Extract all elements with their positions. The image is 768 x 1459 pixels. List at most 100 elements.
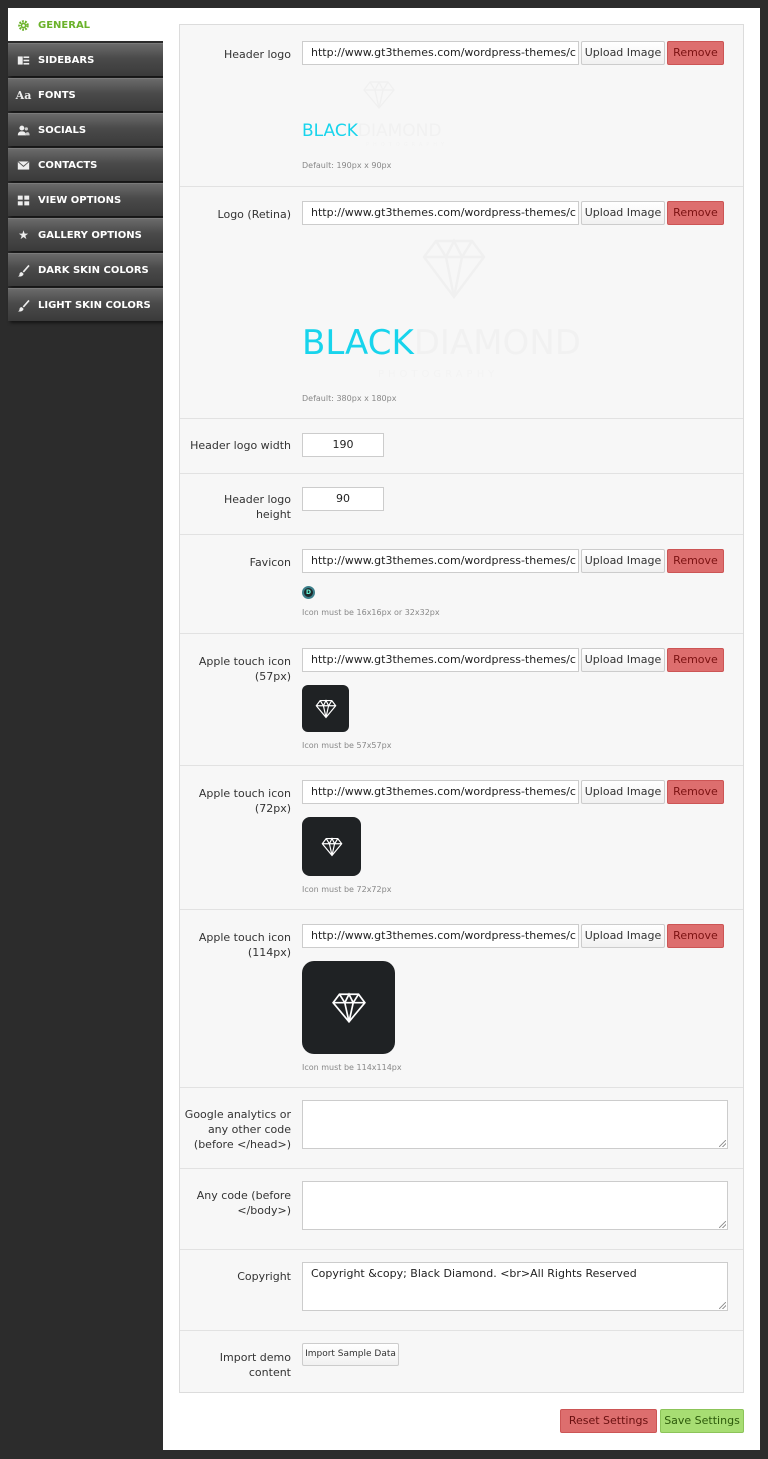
logo-word-black: BLACK (302, 323, 414, 363)
import-demo-row: Import demo content Import Sample Data (180, 1331, 743, 1392)
field-label: Apple touch icon (57px) (198, 655, 291, 683)
remove-button[interactable]: Remove (667, 648, 724, 672)
save-settings-button[interactable]: Save Settings (660, 1409, 744, 1433)
sidebar-item-label: GENERAL (38, 19, 91, 31)
logo-word-diamond: DIAMOND (357, 121, 442, 141)
logo-width-row: Header logo width 190 (180, 419, 743, 474)
diamond-icon (315, 698, 336, 718)
any-code-row: Any code (before </body>) (180, 1169, 743, 1250)
any-code-textarea[interactable] (302, 1181, 728, 1230)
copyright-textarea[interactable]: Copyright &copy; Black Diamond. <br>All … (302, 1262, 728, 1311)
field-note: Default: 190px x 90px (302, 161, 392, 170)
analytics-code-textarea[interactable] (302, 1100, 728, 1149)
star-icon: ★ (18, 228, 29, 242)
favicon-preview: D (302, 586, 315, 599)
sidebar-item-fonts[interactable]: Aa FONTS (8, 78, 163, 111)
apple-57-url-input[interactable]: http://www.gt3themes.com/wordpress-theme… (302, 648, 579, 672)
remove-button[interactable]: Remove (667, 41, 724, 65)
field-note: Icon must be 72x72px (302, 885, 392, 894)
favicon-url-input[interactable]: http://www.gt3themes.com/wordpress-theme… (302, 549, 579, 573)
envelope-icon (17, 159, 30, 172)
apple-touch-icon-114-preview (302, 961, 395, 1054)
header-logo-url-input[interactable]: http://www.gt3themes.com/wordpress-theme… (302, 41, 579, 65)
field-note: Icon must be 16x16px or 32x32px (302, 608, 440, 617)
logo-height-row: Header logo height 90 (180, 474, 743, 535)
field-label: Any code (before </body>) (196, 1189, 291, 1217)
settings-sidebar: GENERAL SIDEBARS Aa FONTS SOCIALS CONTAC… (8, 8, 163, 323)
logo-retina-url-input[interactable]: http://www.gt3themes.com/wordpress-theme… (302, 201, 579, 225)
field-label: Google analytics or any other code (befo… (184, 1108, 291, 1151)
sidebar-item-label: VIEW OPTIONS (38, 194, 122, 206)
grid-icon (17, 194, 30, 207)
favicon-row: Favicon http://www.gt3themes.com/wordpre… (180, 535, 743, 634)
upload-image-button[interactable]: Upload Image (581, 780, 665, 804)
sidebar-item-label: SIDEBARS (38, 54, 95, 66)
logo-height-input[interactable]: 90 (302, 487, 384, 511)
sidebar-icon (17, 54, 30, 67)
sidebar-item-socials[interactable]: SOCIALS (8, 113, 163, 146)
sidebar-item-general[interactable]: GENERAL (8, 8, 163, 41)
remove-button[interactable]: Remove (667, 201, 724, 225)
logo-word-black: BLACK (302, 121, 358, 141)
header-logo-preview: BLACKDIAMOND (302, 121, 441, 141)
logo-subtitle: PHOTOGRAPHY (378, 369, 499, 380)
remove-button[interactable]: Remove (667, 924, 724, 948)
diamond-logo-icon (363, 80, 395, 110)
apple-touch-114-row: Apple touch icon (114px) http://www.gt3t… (180, 910, 743, 1088)
field-label: Import demo content (219, 1351, 291, 1379)
field-note: Default: 380px x 180px (302, 394, 397, 403)
sidebar-item-contacts[interactable]: CONTACTS (8, 148, 163, 181)
remove-button[interactable]: Remove (667, 549, 724, 573)
sidebar-item-label: FONTS (38, 89, 76, 101)
logo-subtitle: PHOTOGRAPHY (366, 142, 449, 148)
field-label: Header logo width (190, 439, 291, 452)
header-logo-row: Header logo http://www.gt3themes.com/wor… (180, 25, 743, 187)
field-label: Apple touch icon (114px) (198, 931, 291, 959)
diamond-icon (331, 991, 366, 1023)
field-label: Header logo (223, 48, 291, 61)
sidebar-item-label: DARK SKIN COLORS (38, 264, 149, 276)
copyright-row: Copyright Copyright &copy; Black Diamond… (180, 1250, 743, 1331)
apple-114-url-input[interactable]: http://www.gt3themes.com/wordpress-theme… (302, 924, 579, 948)
sidebar-item-light-skin-colors[interactable]: LIGHT SKIN COLORS (8, 288, 163, 321)
apple-72-url-input[interactable]: http://www.gt3themes.com/wordpress-theme… (302, 780, 579, 804)
font-icon: Aa (15, 88, 32, 102)
apple-touch-icon-72-preview (302, 817, 361, 876)
sidebar-item-gallery-options[interactable]: ★ GALLERY OPTIONS (8, 218, 163, 251)
sidebar-item-dark-skin-colors[interactable]: DARK SKIN COLORS (8, 253, 163, 286)
upload-image-button[interactable]: Upload Image (581, 924, 665, 948)
diamond-logo-icon (422, 238, 486, 299)
reset-settings-button[interactable]: Reset Settings (560, 1409, 657, 1433)
sidebar-item-label: SOCIALS (38, 124, 87, 136)
apple-touch-icon-57-preview (302, 685, 349, 732)
sidebar-item-label: LIGHT SKIN COLORS (38, 299, 151, 311)
field-note: Icon must be 114x114px (302, 1063, 402, 1072)
sidebar-item-sidebars[interactable]: SIDEBARS (8, 43, 163, 76)
import-sample-data-button[interactable]: Import Sample Data (302, 1343, 399, 1366)
field-note: Icon must be 57x57px (302, 741, 392, 750)
upload-image-button[interactable]: Upload Image (581, 549, 665, 573)
diamond-icon (321, 836, 342, 856)
gear-icon (17, 19, 30, 32)
upload-image-button[interactable]: Upload Image (581, 41, 665, 65)
upload-image-button[interactable]: Upload Image (581, 648, 665, 672)
brush-icon (17, 264, 30, 277)
sidebar-item-view-options[interactable]: VIEW OPTIONS (8, 183, 163, 216)
field-label: Favicon (249, 556, 291, 569)
settings-panel: Header logo http://www.gt3themes.com/wor… (163, 8, 760, 1450)
logo-retina-row: Logo (Retina) http://www.gt3themes.com/w… (180, 187, 743, 419)
upload-image-button[interactable]: Upload Image (581, 201, 665, 225)
field-label: Apple touch icon (72px) (198, 787, 291, 815)
analytics-row: Google analytics or any other code (befo… (180, 1088, 743, 1169)
remove-button[interactable]: Remove (667, 780, 724, 804)
brush-icon (17, 299, 30, 312)
sidebar-item-label: GALLERY OPTIONS (38, 229, 142, 241)
logo-width-input[interactable]: 190 (302, 433, 384, 457)
field-label: Header logo height (223, 493, 291, 521)
logo-word-diamond: DIAMOND (413, 323, 581, 363)
users-icon (17, 124, 30, 137)
apple-touch-57-row: Apple touch icon (57px) http://www.gt3th… (180, 634, 743, 766)
field-label: Logo (Retina) (217, 208, 291, 221)
logo-retina-preview: BLACKDIAMOND (302, 323, 581, 363)
settings-form: Header logo http://www.gt3themes.com/wor… (179, 24, 744, 1393)
